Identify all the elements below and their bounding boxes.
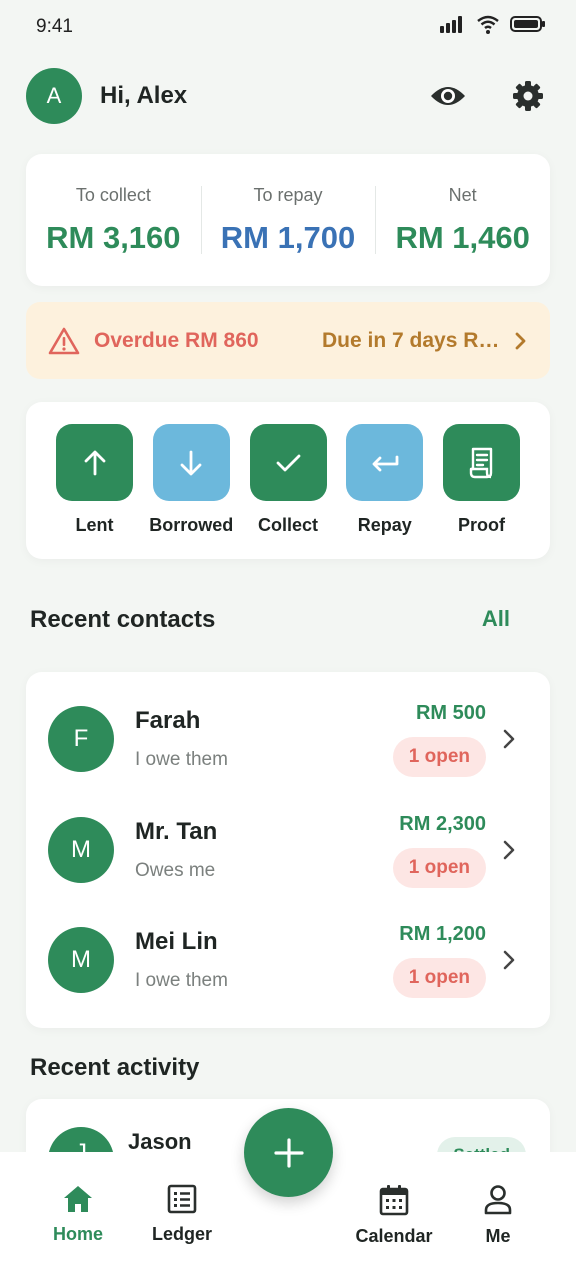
person-icon <box>484 1185 512 1215</box>
nav-ledger-label: Ledger <box>151 1224 212 1244</box>
view-all-contacts-link[interactable]: All <box>482 606 510 632</box>
gear-icon <box>513 81 543 111</box>
contact-name: Mei Lin <box>135 928 218 955</box>
contact-row[interactable]: M Mei Lin I owe them RM 1,200 1 open <box>26 905 550 1015</box>
return-icon <box>372 455 399 471</box>
borrowed-icon-tile[interactable] <box>152 424 230 501</box>
proof-label: Proof <box>458 515 505 535</box>
receipt-icon <box>469 447 492 478</box>
chevron-right-icon <box>503 950 515 970</box>
nav-ledger[interactable]: Ledger <box>132 1184 232 1245</box>
arrow-down-icon <box>180 450 202 475</box>
signal-icon <box>440 16 462 33</box>
contact-avatar: M <box>48 927 114 993</box>
add-transaction-button[interactable] <box>244 1108 333 1197</box>
plus-icon <box>273 1137 304 1168</box>
greeting: Hi, Alex <box>100 82 188 109</box>
to-repay-summary[interactable]: To repay RM 1,700 <box>200 154 376 286</box>
balance-summary-card: To collect RM 3,160 To repay RM 1,700 Ne… <box>26 154 550 286</box>
calendar-icon <box>379 1185 409 1216</box>
borrowed-button[interactable]: Borrowed <box>149 424 233 559</box>
header-actions <box>430 78 546 114</box>
ledger-icon <box>167 1184 197 1214</box>
open-count-badge: 1 open <box>392 957 486 998</box>
to-repay-value: RM 1,700 <box>220 219 356 255</box>
to-collect-label: To collect <box>75 184 151 205</box>
collect-icon-tile[interactable] <box>249 424 327 501</box>
contact-status: I owe them <box>135 749 228 770</box>
check-icon <box>276 454 301 471</box>
header: A Hi, Alex <box>26 68 546 124</box>
settings-button[interactable] <box>510 78 546 114</box>
nav-calendar-label: Calendar <box>355 1226 433 1246</box>
borrowed-label: Borrowed <box>149 515 234 535</box>
arrow-up-icon <box>84 450 105 475</box>
status-icons <box>440 14 546 34</box>
net-value: RM 1,460 <box>395 219 530 255</box>
contact-amount: RM 2,300 <box>399 812 486 835</box>
contact-avatar: M <box>48 817 114 883</box>
overdue-amount[interactable]: Overdue RM 860 <box>94 329 259 353</box>
home-icon <box>64 1186 92 1212</box>
status-bar: 9:41 <box>0 0 576 56</box>
nav-calendar[interactable]: Calendar <box>344 1184 444 1247</box>
nav-home[interactable]: Home <box>28 1184 128 1245</box>
contact-name: Farah <box>135 707 201 734</box>
user-avatar[interactable]: A <box>26 68 82 124</box>
to-collect-value: RM 3,160 <box>46 219 181 255</box>
recent-contacts-title: Recent contacts <box>30 606 216 633</box>
recent-activity-title: Recent activity <box>30 1054 200 1081</box>
repay-label: Repay <box>357 515 412 535</box>
contact-amount: RM 500 <box>415 701 486 724</box>
status-time: 9:41 <box>36 16 73 37</box>
recent-contacts-list: F Farah I owe them RM 500 1 open M Mr. T… <box>26 672 550 1028</box>
collect-button[interactable]: Collect <box>249 424 327 559</box>
lent-label: Lent <box>75 515 114 535</box>
net-summary[interactable]: Net RM 1,460 <box>375 154 550 286</box>
contact-amount: RM 1,200 <box>399 922 486 945</box>
nav-me[interactable]: Me <box>448 1184 548 1247</box>
lent-button[interactable]: Lent <box>56 424 133 559</box>
to-repay-label: To repay <box>253 184 323 205</box>
due-soon-amount[interactable]: Due in 7 days RM 1,200 <box>322 329 508 353</box>
repay-button[interactable]: Repay <box>346 424 424 559</box>
open-count-badge: 1 open <box>392 736 486 777</box>
nav-home-label: Home <box>52 1224 103 1244</box>
contact-name: Mr. Tan <box>135 818 218 845</box>
proof-button[interactable]: Proof <box>443 424 520 559</box>
contact-row[interactable]: F Farah I owe them RM 500 1 open <box>26 684 550 794</box>
warning-icon <box>48 327 80 354</box>
net-label: Net <box>448 184 477 205</box>
to-collect-summary[interactable]: To collect RM 3,160 <box>26 154 201 286</box>
eye-icon <box>431 87 465 105</box>
collect-label: Collect <box>257 515 318 535</box>
chevron-right-icon <box>503 840 515 860</box>
battery-icon <box>510 16 545 32</box>
due-alert-banner[interactable]: Overdue RM 860 Due in 7 days RM 1,200 <box>26 302 550 379</box>
open-count-badge: 1 open <box>392 847 486 888</box>
chevron-right-icon <box>503 729 515 749</box>
contact-row[interactable]: M Mr. Tan Owes me RM 2,300 1 open <box>26 795 550 905</box>
visibility-toggle-button[interactable] <box>430 78 466 114</box>
contact-status: Owes me <box>135 860 216 881</box>
lent-icon-tile[interactable] <box>56 424 133 501</box>
nav-me-label: Me <box>485 1226 511 1246</box>
contact-avatar: F <box>48 706 114 772</box>
contact-status: I owe them <box>135 970 228 991</box>
proof-icon-tile[interactable] <box>443 424 520 501</box>
quick-actions-card: Lent Borrowed Collect Repay Proof <box>26 402 550 559</box>
wifi-icon <box>477 15 499 34</box>
repay-icon-tile[interactable] <box>346 424 424 501</box>
chevron-right-icon <box>515 332 526 349</box>
